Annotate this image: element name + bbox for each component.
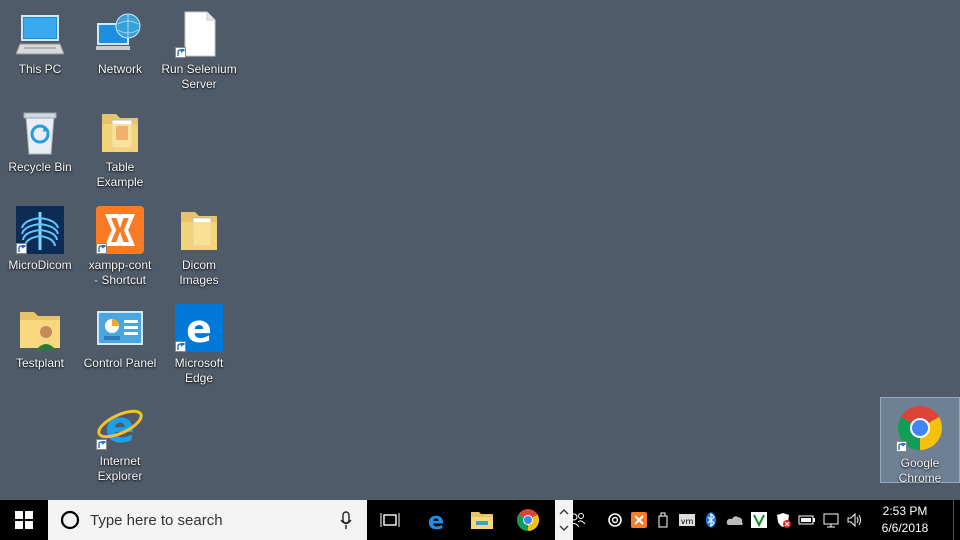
cortana-circle-icon — [60, 510, 80, 530]
control-panel-label: Control Panel — [83, 356, 157, 370]
tray-security[interactable] — [771, 500, 795, 540]
control-panel-icon — [96, 304, 144, 352]
tray-volume[interactable] — [843, 500, 867, 540]
vim-icon — [751, 512, 767, 528]
show-desktop-button[interactable] — [953, 500, 960, 540]
shortcut-arrow-icon — [175, 341, 186, 352]
internet-explorer-icon: e — [96, 402, 144, 453]
speaker-volume-icon — [847, 512, 861, 528]
taskbar-clock[interactable]: 2:53 PM 6/6/2018 — [875, 503, 935, 537]
tray-onedrive[interactable] — [723, 500, 747, 540]
svg-text:e: e — [186, 307, 212, 351]
tray-battery[interactable] — [795, 500, 819, 540]
this-pc-label: This PC — [18, 62, 62, 76]
internet-explorer-label: Internet Explorer — [97, 454, 143, 483]
network-shortcut[interactable]: Network — [81, 4, 159, 100]
system-tray: vm 2:53 PM 6/6/2018 — [565, 500, 960, 540]
tray-vim[interactable] — [747, 500, 771, 540]
recycle-bin-shortcut[interactable]: Recycle Bin — [1, 102, 79, 198]
windows-logo-icon — [15, 511, 33, 529]
taskbar-edge-button[interactable]: e — [413, 500, 459, 540]
internet-explorer-shortcut[interactable]: e Internet Explorer — [81, 396, 159, 492]
edge-taskbar-icon: e — [428, 508, 444, 532]
dicom-images-label: Dicom Images — [179, 258, 219, 287]
usb-drive-icon — [658, 512, 668, 528]
recycle-bin-icon — [16, 108, 64, 156]
this-pc-shortcut[interactable]: This PC — [1, 4, 79, 100]
start-button[interactable] — [0, 500, 48, 540]
recycle-bin-label: Recycle Bin — [8, 160, 72, 174]
control-panel-shortcut[interactable]: Control Panel — [81, 298, 159, 394]
xampp-shortcut[interactable]: xampp-cont - Shortcut — [81, 200, 159, 296]
google-chrome-label: Google Chrome — [898, 456, 942, 485]
people-button[interactable] — [565, 500, 589, 540]
xampp-icon — [96, 206, 144, 254]
tray-usb[interactable] — [651, 500, 675, 540]
spiral-icon — [608, 513, 622, 527]
taskbar-file-explorer-button[interactable] — [459, 500, 505, 540]
file-explorer-icon — [471, 512, 493, 529]
document-file-icon — [175, 10, 223, 58]
shortcut-arrow-icon — [175, 47, 186, 58]
taskbar: Type here to search e vm 2:53 PM 6/6/201… — [0, 500, 960, 540]
testplant-shortcut[interactable]: Testplant — [1, 298, 79, 394]
cloud-icon — [726, 516, 743, 525]
tray-bluetooth[interactable] — [699, 500, 723, 540]
clock-time: 2:53 PM — [882, 504, 928, 518]
network-ethernet-icon — [823, 513, 839, 528]
testplant-folder-icon — [16, 304, 64, 352]
table-example-label: Table Example — [96, 160, 144, 189]
shortcut-arrow-icon — [896, 441, 907, 452]
google-chrome-icon — [896, 404, 944, 452]
tray-vmware[interactable]: vm — [675, 500, 699, 540]
battery-icon — [798, 515, 815, 525]
search-placeholder: Type here to search — [90, 511, 223, 529]
task-view-icon — [380, 513, 400, 527]
microdicom-label: MicroDicom — [8, 258, 72, 272]
xampp-tray-icon — [631, 512, 647, 528]
microsoft-edge-label: Microsoft Edge — [174, 356, 224, 385]
task-view-button[interactable] — [367, 500, 413, 540]
clock-date: 6/6/2018 — [881, 521, 929, 535]
microsoft-edge-icon: e — [175, 304, 223, 352]
shortcut-arrow-icon — [16, 243, 27, 254]
chrome-taskbar-icon — [517, 509, 539, 531]
tray-xampp[interactable] — [627, 500, 651, 540]
desktop: This PC Recycle Bin MicroDicom Testplant… — [0, 0, 960, 500]
testplant-label: Testplant — [15, 356, 65, 370]
tray-spiral-app[interactable] — [603, 500, 627, 540]
google-chrome-shortcut[interactable]: Google Chrome — [880, 397, 960, 485]
dicom-images-shortcut[interactable]: Dicom Images — [160, 200, 238, 296]
vmware-icon: vm — [679, 514, 695, 526]
people-icon — [568, 513, 586, 528]
tray-network[interactable] — [819, 500, 843, 540]
taskbar-chrome-button[interactable] — [505, 500, 551, 540]
shortcut-arrow-icon — [96, 243, 107, 254]
svg-text:vm: vm — [681, 517, 694, 526]
this-pc-icon — [15, 10, 65, 58]
shortcut-arrow-icon — [96, 439, 107, 450]
run-selenium-server-shortcut[interactable]: Run Selenium Server — [160, 4, 238, 100]
svg-text:e: e — [105, 402, 135, 450]
xampp-label: xampp-cont - Shortcut — [88, 258, 152, 287]
svg-text:e: e — [428, 508, 444, 532]
microdicom-shortcut[interactable]: MicroDicom — [1, 200, 79, 296]
network-icon — [96, 10, 144, 58]
microsoft-edge-shortcut[interactable]: e Microsoft Edge — [160, 298, 238, 394]
shield-icon — [777, 513, 791, 528]
microphone-icon[interactable] — [339, 510, 353, 530]
bluetooth-icon — [706, 512, 716, 528]
table-example-shortcut[interactable]: Table Example — [81, 102, 159, 198]
microdicom-icon — [16, 206, 64, 254]
run-selenium-server-label: Run Selenium Server — [161, 62, 237, 91]
taskbar-search-box[interactable]: Type here to search — [48, 500, 367, 540]
table-example-folder-icon — [96, 108, 144, 156]
dicom-images-folder-icon — [175, 206, 223, 254]
network-label: Network — [97, 62, 142, 76]
